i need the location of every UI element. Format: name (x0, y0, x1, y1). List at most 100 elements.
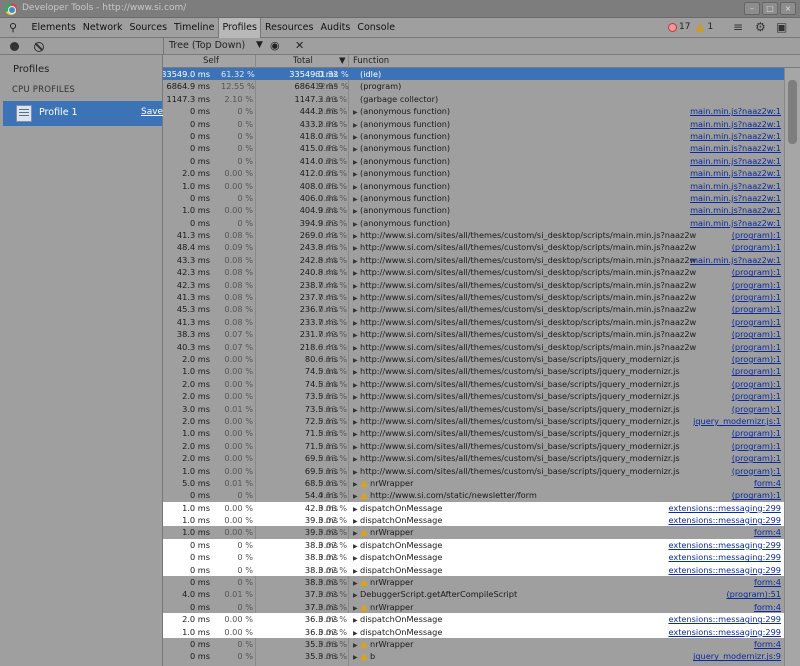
error-counter[interactable]: 17 1 (668, 22, 713, 32)
source-link[interactable]: main.min.js?naaz2w:1 (690, 204, 781, 216)
source-link[interactable]: main.min.js?naaz2w:1 (690, 167, 781, 179)
source-link[interactable]: (program):1 (732, 452, 781, 464)
table-row[interactable]: 42.3 ms 0.08 % 240.8 ms 0.44 % ▶ http://www.s… (163, 266, 784, 278)
console-drawer-icon[interactable]: ≡ (733, 20, 743, 34)
source-link[interactable]: (program):1 (732, 489, 781, 501)
source-link[interactable]: form:4 (754, 601, 781, 613)
table-row[interactable]: 41.3 ms 0.08 % 269.0 ms 0.49 % ▶ http://www.s… (163, 229, 784, 241)
table-row[interactable]: 0 ms 0 % 38.3 ms 0.07 % ▶ dispatchOnMessage ex… (163, 538, 784, 552)
close-icon[interactable]: ✕ (295, 39, 304, 52)
source-link[interactable]: (program):1 (732, 291, 781, 303)
source-link[interactable]: (program):51 (726, 588, 781, 600)
table-row[interactable]: 42.3 ms 0.08 % 238.7 ms 0.44 % ▶ http://www.s… (163, 279, 784, 291)
chevron-down-icon[interactable]: ▼ (256, 40, 263, 50)
table-row[interactable]: 0 ms 0 % 37.3 ms 0.07 % ▶ nrWrapper form:4 (163, 601, 784, 613)
search-icon[interactable]: ⚲ (9, 21, 17, 34)
table-row[interactable]: 0 ms 0 % 406.0 ms 0.74 % ▶ (anonymous functio… (163, 192, 784, 204)
source-link[interactable]: main.min.js?naaz2w:1 (690, 118, 781, 130)
table-row[interactable]: 1147.3 ms 2.10 % 1147.3 ms 2.10 % (garbage c… (163, 93, 784, 105)
table-row[interactable]: 0 ms 0 % 38.3 ms 0.07 % ▶ dispatchOnMessage ex… (163, 551, 784, 564)
table-row[interactable]: 0 ms 0 % 35.3 ms 0.06 % ▶ b jquery_modernizr.j… (163, 650, 784, 662)
source-link[interactable]: form:4 (754, 576, 781, 588)
table-row[interactable]: 48.4 ms 0.09 % 243.8 ms 0.45 % ▶ http://www.s… (163, 241, 784, 253)
column-header-total[interactable]: Total (293, 56, 313, 66)
table-row[interactable]: 0 ms 0 % 418.0 ms 0.76 % ▶ (anonymous functio… (163, 130, 784, 142)
table-row[interactable]: 1.0 ms 0.00 % 71.5 ms 0.13 % ▶ http://www.si.… (163, 427, 784, 439)
source-link[interactable]: extensions::messaging:299 (668, 514, 781, 526)
table-row[interactable]: 1.0 ms 0.00 % 404.9 ms 0.74 % ▶ (anonymous fu… (163, 204, 784, 216)
source-link[interactable]: extensions::messaging:299 (668, 551, 781, 563)
sidebar-item-profile-1[interactable]: Profile 1 Save (3, 101, 163, 126)
source-link[interactable]: extensions::messaging:299 (668, 613, 781, 625)
table-row[interactable]: 1.0 ms 0.00 % 42.3 ms 0.08 % ▶ dispatchOnMess… (163, 501, 784, 515)
table-row[interactable]: 2.0 ms 0.00 % 80.6 ms 0.15 % ▶ http://www.si.… (163, 353, 784, 365)
minimize-icon[interactable]: – (744, 2, 760, 15)
table-row[interactable]: 2.0 ms 0.00 % 36.3 ms 0.07 % ▶ dispatchOnMess… (163, 613, 784, 626)
table-row[interactable]: 0 ms 0 % 444.2 ms 0.81 % ▶ (anonymous functio… (163, 105, 784, 117)
tab-profiles[interactable]: Profiles (217, 18, 262, 38)
table-row[interactable]: 2.0 ms 0.00 % 69.5 ms 0.13 % ▶ http://www.si.… (163, 452, 784, 464)
table-row[interactable]: 0 ms 0 % 38.3 ms 0.07 % ▶ dispatchOnMessage ex… (163, 563, 784, 577)
table-row[interactable]: 45.3 ms 0.08 % 236.7 ms 0.43 % ▶ http://www.s… (163, 303, 784, 315)
close-window-icon[interactable]: × (780, 2, 796, 15)
table-row[interactable]: 0 ms 0 % 38.3 ms 0.07 % ▶ nrWrapper form:4 (163, 576, 784, 588)
eye-icon[interactable]: ◉ (270, 39, 280, 52)
table-row[interactable]: 43.3 ms 0.08 % 242.8 ms 0.44 % ▶ http://www.s… (163, 254, 784, 266)
column-header-self[interactable]: Self (203, 56, 219, 66)
table-row[interactable]: 2.0 ms 0.00 % 74.5 ms 0.14 % ▶ http://www.si.… (163, 378, 784, 390)
source-link[interactable]: main.min.js?naaz2w:1 (690, 180, 781, 192)
table-row[interactable]: 0 ms 0 % 35.3 ms 0.06 % ▶ nrWrapper form:4 (163, 638, 784, 650)
source-link[interactable]: main.min.js?naaz2w:1 (690, 217, 781, 229)
table-row[interactable]: 6864.9 ms 12.55 % 6864.9 ms 12.55 % (program… (163, 80, 784, 92)
expand-arrow-icon[interactable]: ▶ (353, 652, 360, 664)
tab-network[interactable]: Network (79, 18, 126, 38)
tab-audits[interactable]: Audits (317, 18, 354, 38)
table-row[interactable]: 1.0 ms 0.00 % 36.3 ms 0.07 % ▶ dispatchOnMess… (163, 625, 784, 638)
source-link[interactable]: (program):1 (732, 328, 781, 340)
source-link[interactable]: extensions::messaging:299 (668, 539, 781, 551)
source-link[interactable]: jquery_modernizr.js:1 (693, 415, 781, 427)
source-link[interactable]: (program):1 (732, 341, 781, 353)
save-link[interactable]: Save (141, 107, 163, 117)
tab-elements[interactable]: Elements (28, 18, 79, 38)
scrollbar-thumb[interactable] (788, 80, 797, 144)
record-icon[interactable] (10, 42, 19, 51)
table-row[interactable]: 0 ms 0 % 415.0 ms 0.76 % ▶ (anonymous functio… (163, 142, 784, 154)
column-header-function[interactable]: Function (353, 56, 389, 66)
source-link[interactable]: main.min.js?naaz2w:1 (690, 105, 781, 117)
table-row[interactable]: 0 ms 0 % 414.0 ms 0.76 % ▶ (anonymous functio… (163, 155, 784, 167)
table-row[interactable]: 2.0 ms 0.00 % 72.5 ms 0.13 % ▶ http://www.si.… (163, 415, 784, 427)
tab-sources[interactable]: Sources (126, 18, 171, 38)
dock-icon[interactable]: ▣ (776, 20, 787, 34)
source-link[interactable]: (program):1 (732, 316, 781, 328)
source-link[interactable]: (program):1 (732, 440, 781, 452)
table-row[interactable]: 0 ms 0 % 394.9 ms 0.72 % ▶ (anonymous functio… (163, 217, 784, 229)
source-link[interactable]: (program):1 (732, 465, 781, 477)
table-row[interactable]: 38.3 ms 0.07 % 231.7 ms 0.42 % ▶ http://www.s… (163, 328, 784, 340)
source-link[interactable]: form:4 (754, 526, 781, 538)
tab-timeline[interactable]: Timeline (171, 18, 218, 38)
source-link[interactable]: (program):1 (732, 427, 781, 439)
table-row[interactable]: 1.0 ms 0.00 % 408.0 ms 0.75 % ▶ (anonymous fu… (163, 180, 784, 192)
table-row[interactable]: 1.0 ms 0.00 % 39.3 ms 0.07 % ▶ dispatchOnMess… (163, 514, 784, 527)
source-link[interactable]: main.min.js?naaz2w:1 (690, 130, 781, 142)
source-link[interactable]: main.min.js?naaz2w:1 (690, 142, 781, 154)
source-link[interactable]: main.min.js?naaz2w:1 (690, 155, 781, 167)
table-row[interactable]: 2.0 ms 0.00 % 73.5 ms 0.13 % ▶ http://www.si.… (163, 390, 784, 402)
source-link[interactable]: jquery_modernizr.js:9 (693, 650, 781, 662)
source-link[interactable]: (program):1 (732, 241, 781, 253)
source-link[interactable]: extensions::messaging:299 (668, 626, 781, 638)
table-row[interactable]: 2.0 ms 0.00 % 412.0 ms 0.75 % ▶ (anonymous fu… (163, 167, 784, 179)
view-mode-select[interactable]: Tree (Top Down) (169, 40, 245, 51)
source-link[interactable]: (program):1 (732, 279, 781, 291)
source-link[interactable]: main.min.js?naaz2w:1 (690, 254, 781, 266)
clear-icon[interactable] (34, 42, 44, 52)
source-link[interactable]: form:4 (754, 477, 781, 489)
vertical-scrollbar[interactable] (784, 68, 800, 666)
table-row[interactable]: 1.0 ms 0.00 % 39.3 ms 0.07 % ▶ nrWrapper form:… (163, 526, 784, 538)
table-row[interactable]: 41.3 ms 0.08 % 237.7 ms 0.43 % ▶ http://www.s… (163, 291, 784, 303)
tab-resources[interactable]: Resources (261, 18, 317, 38)
source-link[interactable]: (program):1 (732, 303, 781, 315)
source-link[interactable]: main.min.js?naaz2w:1 (690, 192, 781, 204)
table-row[interactable]: 2.0 ms 0.00 % 71.5 ms 0.13 % ▶ http://www.si.… (163, 440, 784, 452)
